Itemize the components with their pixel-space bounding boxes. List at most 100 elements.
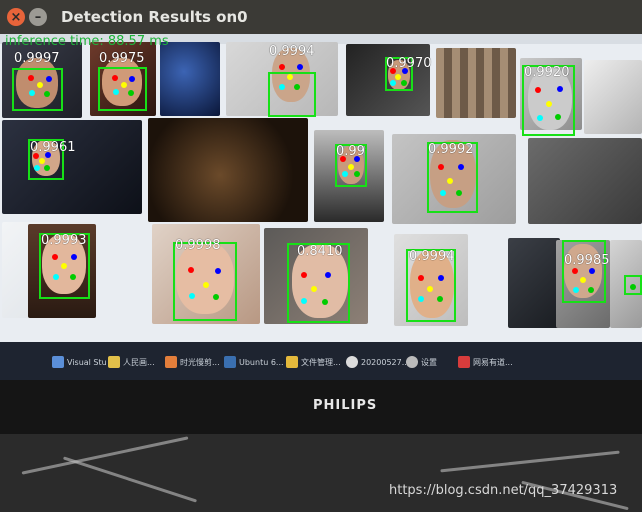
landmark-nose: [287, 74, 293, 80]
taskbar-item: Ubuntu 6...: [224, 352, 284, 372]
window-titlebar: × – Detection Results on0: [0, 0, 642, 34]
photo-tile: [148, 118, 308, 222]
landmark-left-eye: [589, 268, 595, 274]
landmark-left-eye: [297, 64, 303, 70]
landmark-mouth-right: [301, 298, 307, 304]
minimize-button[interactable]: –: [29, 8, 47, 26]
landmark-right-eye: [535, 87, 541, 93]
close-icon: ×: [10, 9, 22, 25]
landmark-mouth-left: [213, 294, 219, 300]
landmark-mouth-left: [437, 296, 443, 302]
landmark-nose: [546, 101, 552, 107]
taskbar-item: 时光慢剪...: [165, 352, 220, 372]
landmark-right-eye: [301, 272, 307, 278]
landmark-left-eye: [438, 275, 444, 281]
landmark-mouth-right: [34, 165, 40, 171]
landmark-left-eye: [402, 68, 408, 74]
app-icon: [458, 356, 470, 368]
landmark-nose: [311, 286, 317, 292]
app-icon: [224, 356, 236, 368]
photo-tile: [528, 138, 642, 224]
close-button[interactable]: ×: [7, 8, 25, 26]
detection-score: 0.9998: [175, 238, 221, 253]
landmark-mouth-left: [401, 80, 407, 86]
window-title: Detection Results on0: [61, 8, 248, 26]
landmark-nose: [580, 277, 586, 283]
watermark-url: https://blog.csdn.net/qq_37429313: [389, 483, 618, 498]
taskbar-item: 人民画...: [108, 352, 155, 372]
landmark-left-eye: [45, 152, 51, 158]
landmark-left-eye: [458, 164, 464, 170]
landmark-right-eye: [28, 75, 34, 81]
cable: [62, 456, 198, 503]
cable: [440, 450, 620, 473]
detection-score: 0.8410: [297, 244, 343, 259]
app-icon: [346, 356, 358, 368]
inference-time-label: inference time: 88.57 ms: [5, 34, 169, 49]
landmark-mouth-right: [537, 115, 543, 121]
landmark-mouth-right: [53, 274, 59, 280]
landmark-mouth-left: [588, 287, 594, 293]
landmark-mouth-right: [189, 293, 195, 299]
landmark-mouth-left: [44, 165, 50, 171]
landmark-nose: [395, 74, 401, 80]
photo-tile: [508, 238, 560, 328]
landmark-mouth-left: [322, 299, 328, 305]
landmark-mouth-right: [113, 89, 119, 95]
detection-score: 0.9992: [428, 142, 474, 157]
landmark-nose: [427, 286, 433, 292]
landmark-right-eye: [52, 254, 58, 260]
landmark-mouth-right: [418, 296, 424, 302]
face-detection-box: [98, 67, 147, 111]
landmark-mouth-right: [390, 80, 396, 86]
landmark-right-eye: [438, 164, 444, 170]
landmark-right-eye: [279, 64, 285, 70]
detection-score: 0.9997: [14, 51, 60, 66]
landmark-nose: [203, 282, 209, 288]
app-icon: [52, 356, 64, 368]
photo-tile: [160, 42, 220, 116]
taskbar-item: 设置: [406, 352, 437, 372]
desk-area: [0, 434, 642, 512]
landmark-mouth-right: [440, 190, 446, 196]
face-detection-box: [12, 68, 63, 111]
landmark-mouth-right: [342, 171, 348, 177]
taskbar-item: 网易有道...: [458, 352, 513, 372]
gear-icon: [406, 356, 418, 368]
app-icon: [286, 356, 298, 368]
landmark-right-eye: [112, 75, 118, 81]
landmark-nose: [37, 82, 43, 88]
photographed-taskbar: Visual Stu 人民画... 时光慢剪... Ubuntu 6... 文件…: [0, 342, 642, 382]
detection-score: 0.9985: [564, 253, 610, 268]
app-icon: [108, 356, 120, 368]
taskbar-item: 文件管理...: [286, 352, 341, 372]
landmark-left-eye: [557, 86, 563, 92]
photo-tile: [436, 48, 516, 118]
camera-frame: Visual Stu 人民画... 时光慢剪... Ubuntu 6... 文件…: [0, 34, 642, 512]
landmark-left-eye: [129, 76, 135, 82]
landmark-right-eye: [188, 267, 194, 273]
photo-tile: [584, 60, 642, 134]
landmark-nose: [447, 178, 453, 184]
landmark-left-eye: [46, 76, 52, 82]
landmark-nose: [121, 82, 127, 88]
landmark-nose: [348, 164, 354, 170]
landmark-mouth-left: [456, 190, 462, 196]
landmark-nose: [39, 158, 45, 164]
landmark-mouth-left: [555, 114, 561, 120]
landmark-mouth-left: [354, 171, 360, 177]
detection-score: 0.9993: [41, 233, 87, 248]
landmark-mouth-left: [44, 91, 50, 97]
landmark-right-eye: [390, 68, 396, 74]
landmark-mouth-right: [279, 84, 285, 90]
face-detection-box: [562, 240, 606, 303]
landmark-mouth-right: [573, 287, 579, 293]
landmark-left-eye: [71, 254, 77, 260]
landmark-right-eye: [340, 156, 346, 162]
landmark-right-eye: [572, 268, 578, 274]
landmark-left-eye: [354, 156, 360, 162]
landmark-mouth-left: [630, 284, 636, 290]
detection-score: 0.9994: [409, 249, 455, 264]
detection-score: 0.9975: [99, 51, 145, 66]
taskbar-item: Visual Stu: [52, 352, 107, 372]
